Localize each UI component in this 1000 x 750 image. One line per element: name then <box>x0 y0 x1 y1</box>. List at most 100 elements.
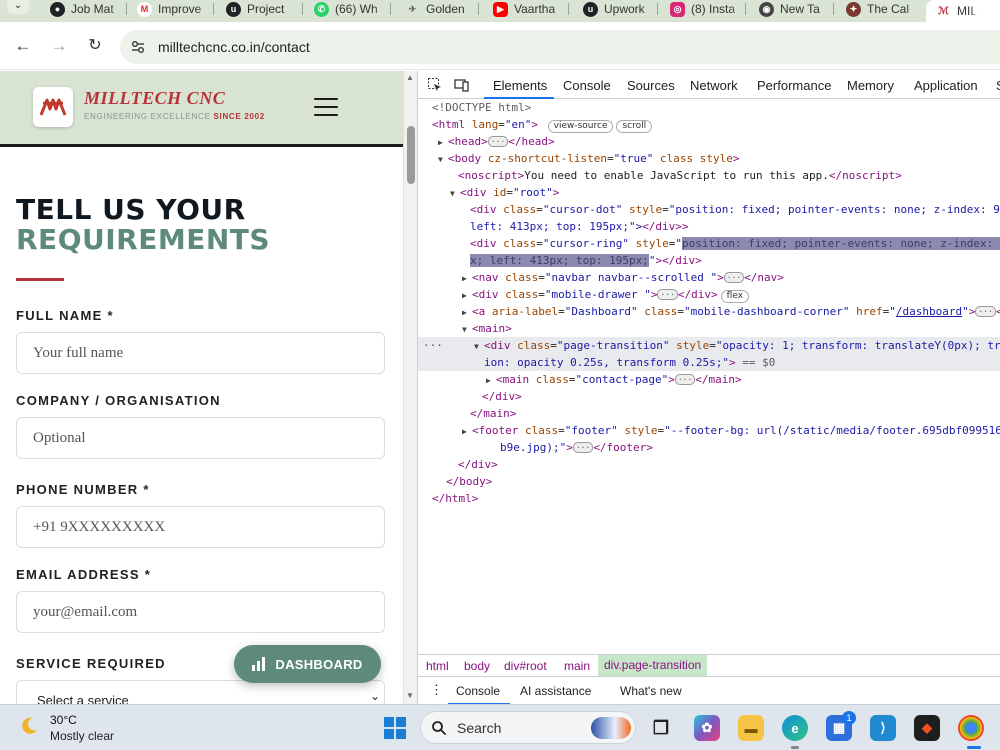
dom-node-contact-page[interactable]: ▶ <main class="contact-page"> ··· </main> <box>418 371 1000 388</box>
browser-tab-job-mat[interactable]: ● Job Mat <box>50 0 126 18</box>
company-input[interactable] <box>16 417 385 459</box>
expand-triangle-icon[interactable]: ▶ <box>462 304 472 321</box>
dom-node-body[interactable]: ▼ <body cz-shortcut-listen="true" class s… <box>418 150 1000 167</box>
breadcrumb-body[interactable]: body <box>464 659 490 673</box>
dom-node-noscript[interactable]: <noscript>You need to enable JavaScript … <box>418 167 1000 184</box>
hamburger-menu-icon[interactable] <box>314 98 338 118</box>
ellipsis-icon[interactable]: ··· <box>723 272 745 283</box>
browser-tab-milltech-active[interactable]: ℳ MIL <box>926 0 1000 22</box>
expand-triangle-icon[interactable]: ▶ <box>438 134 448 151</box>
collapse-triangle-icon[interactable]: ▼ <box>462 321 472 338</box>
dom-node-footer[interactable]: ▶ <footer class="footer" style="--footer-… <box>418 422 1000 439</box>
chrome-taskbar-icon[interactable] <box>958 715 984 741</box>
weather-temperature[interactable]: 30°C <box>50 713 77 727</box>
expand-triangle-icon[interactable]: ▶ <box>462 287 472 304</box>
more-options-icon[interactable]: ··· <box>423 337 443 354</box>
copilot-icon[interactable]: ✿ <box>694 715 720 741</box>
drawer-menu-icon[interactable]: ⋮ <box>430 682 443 698</box>
dom-node-mobile-drawer[interactable]: ▶ <div class="mobile-drawer "> ··· </div> fl… <box>418 286 1000 303</box>
dashboard-href-link[interactable]: /dashboard <box>896 305 962 318</box>
page-scrollbar[interactable]: ▲ ▼ <box>403 71 417 704</box>
upwork-icon: u <box>226 1 241 17</box>
browser-tab-the-cal[interactable]: ✦ The Cal <box>846 0 922 18</box>
expand-triangle-icon[interactable]: ▶ <box>462 423 472 440</box>
devtools-tab-performance[interactable]: Performance <box>757 78 831 93</box>
ellipsis-icon[interactable]: ··· <box>657 289 678 300</box>
devtools-tab-application[interactable]: Application <box>914 78 978 93</box>
task-view-icon[interactable]: ❐ <box>648 715 674 741</box>
collapse-triangle-icon[interactable]: ▼ <box>450 185 460 202</box>
file-explorer-icon[interactable]: ▬ <box>738 715 764 741</box>
devtools-tab-elements[interactable]: Elements <box>493 78 547 93</box>
taskbar-search-box[interactable]: Search <box>420 711 636 744</box>
vscode-icon[interactable]: ⟩ <box>870 715 896 741</box>
tab-search-chevron-icon[interactable]: ⌄ <box>7 0 29 14</box>
dom-node-doctype[interactable]: <!DOCTYPE html> <box>418 99 1000 116</box>
forward-arrow-icon[interactable]: → <box>49 36 69 56</box>
dom-node-a-dashboard[interactable]: ▶ <a aria-label="Dashboard" class="mobile… <box>418 303 1000 320</box>
search-highlight-icon <box>591 717 631 739</box>
breadcrumb-main[interactable]: main <box>564 659 590 673</box>
ellipsis-icon[interactable]: ··· <box>674 374 696 385</box>
dom-node-html[interactable]: <html lang="en"> view-source scroll <box>418 116 1000 133</box>
devtools-tab-more[interactable]: S <box>996 78 1000 93</box>
drawer-tab-console[interactable]: Console <box>456 684 500 698</box>
devtools-tab-console[interactable]: Console <box>563 78 611 93</box>
scrollbar-thumb[interactable] <box>407 126 415 184</box>
site-settings-icon[interactable] <box>130 39 146 55</box>
ellipsis-icon[interactable]: ··· <box>572 442 594 453</box>
flex-badge[interactable]: flex <box>720 290 750 303</box>
devtools-tab-network[interactable]: Network <box>690 78 738 93</box>
browser-tab-upwork[interactable]: u Upwork <box>583 0 659 18</box>
dashboard-button[interactable]: DASHBOARD <box>234 645 381 683</box>
drawer-tab-whats-new[interactable]: What's new <box>620 684 682 698</box>
milltech-logo[interactable] <box>33 87 73 127</box>
dom-node-cursor-dot[interactable]: <div class="cursor-dot" style="position:… <box>418 201 1000 218</box>
dom-node-page-transition-selected[interactable]: ··· ▼ <div class="page-transition" style=… <box>418 337 1000 354</box>
browser-tab-improve[interactable]: M Improve <box>137 0 213 18</box>
device-toolbar-icon[interactable] <box>454 77 470 93</box>
browser-tab-new-tab[interactable]: ◉ New Ta <box>759 0 835 18</box>
address-bar[interactable]: milltechcnc.co.in/contact <box>120 30 1000 64</box>
scroll-down-icon[interactable]: ▼ <box>406 691 414 700</box>
devtools-tab-memory[interactable]: Memory <box>847 78 894 93</box>
inspect-element-icon[interactable] <box>427 77 443 93</box>
browser-tab-vaartha[interactable]: ▶ Vaartha <box>493 0 569 18</box>
browser-tab-project[interactable]: u Project <box>226 0 302 18</box>
breadcrumb-div-page-transition[interactable]: div.page-transition <box>598 655 708 676</box>
reload-icon[interactable]: ↻ <box>85 36 105 56</box>
scroll-up-icon[interactable]: ▲ <box>406 73 414 82</box>
service-select[interactable]: Select a service ⌄ <box>16 680 385 704</box>
back-arrow-icon[interactable]: ← <box>13 36 33 56</box>
scroll-badge[interactable]: scroll <box>616 120 653 133</box>
breadcrumb-html[interactable]: html <box>426 659 449 673</box>
expand-triangle-icon[interactable]: ▶ <box>462 270 472 287</box>
dom-node-nav[interactable]: ▶ <nav class="navbar navbar--scrolled "> ·… <box>418 269 1000 286</box>
collapse-triangle-icon[interactable]: ▼ <box>438 151 448 168</box>
drawer-tab-ai-assistance[interactable]: AI assistance <box>520 684 591 698</box>
windows-start-icon[interactable] <box>384 717 406 739</box>
collapse-triangle-icon[interactable]: ▼ <box>474 338 484 355</box>
edge-browser-icon[interactable]: e <box>782 715 808 741</box>
email-input[interactable] <box>16 591 385 633</box>
full-name-input[interactable] <box>16 332 385 374</box>
phone-input[interactable] <box>16 506 385 548</box>
ellipsis-icon[interactable]: ··· <box>487 136 509 147</box>
breadcrumb-div-root[interactable]: div#root <box>504 659 547 673</box>
browser-tab-instagram[interactable]: ◎ (8) Insta <box>670 0 746 18</box>
dom-node-head[interactable]: ▶ <head> ··· </head> <box>418 133 1000 150</box>
dom-node-div-root[interactable]: ▼ <div id="root"> <box>418 184 1000 201</box>
figma-icon[interactable]: ◆ <box>914 715 940 741</box>
expand-triangle-icon[interactable]: ▶ <box>486 372 496 389</box>
dom-node-main[interactable]: ▼ <main> <box>418 320 1000 337</box>
devtools-tab-sources[interactable]: Sources <box>627 78 675 93</box>
weather-description[interactable]: Mostly clear <box>50 729 114 743</box>
moon-weather-icon[interactable] <box>18 715 40 737</box>
view-source-badge[interactable]: view-source <box>547 120 614 133</box>
browser-tab-whatsapp[interactable]: ✆ (66) Wh <box>314 0 390 18</box>
dom-node-cursor-ring[interactable]: <div class="cursor-ring" style="position… <box>418 235 1000 252</box>
devtools-drawer: ⋮ Console AI assistance What's new <box>418 676 1000 705</box>
ellipsis-icon[interactable]: ··· <box>975 306 996 317</box>
url-text[interactable]: milltechcnc.co.in/contact <box>158 39 310 55</box>
browser-tab-golden[interactable]: ✈ Golden <box>405 0 481 18</box>
